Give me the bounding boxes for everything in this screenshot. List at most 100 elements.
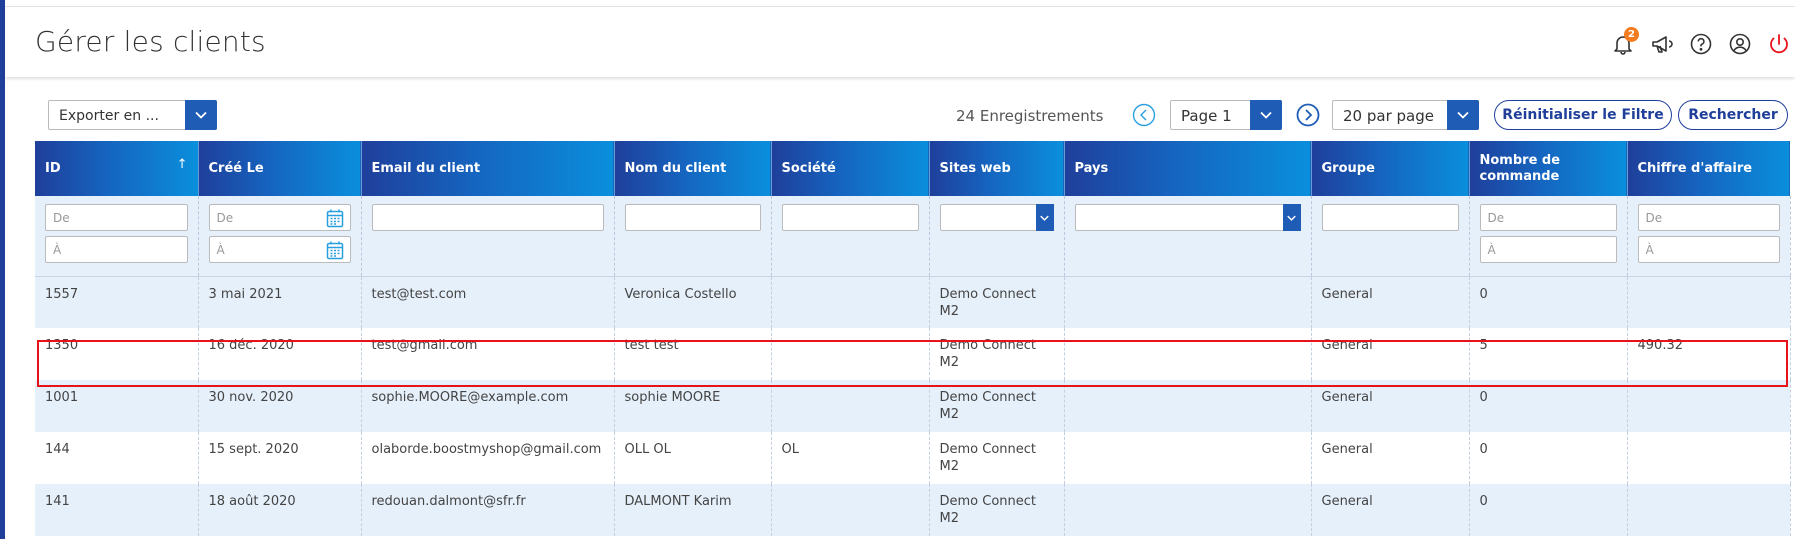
column-header-label: ID	[45, 160, 61, 176]
sort-ascending-icon[interactable]: ↑	[177, 157, 188, 173]
company-filter-input[interactable]	[781, 204, 919, 231]
customers-table: ID ↑ Créé Le Email du client Nom du clien…	[35, 141, 1791, 536]
country-filter-select[interactable]	[1074, 204, 1301, 231]
cell-id: 1557	[35, 276, 199, 328]
name-filter-input[interactable]	[624, 204, 761, 231]
cell-website: Demo Connect M2	[929, 328, 1065, 380]
cell-company: OL	[771, 432, 930, 484]
records-count: 24 Enregistrements	[956, 107, 1104, 125]
column-header-created[interactable]: Créé Le	[198, 141, 362, 196]
column-header-country[interactable]: Pays	[1064, 141, 1312, 196]
cell-id: 1350	[35, 328, 199, 380]
filter-cell-email	[361, 196, 615, 277]
cell-group: General	[1311, 484, 1470, 536]
calendar-icon[interactable]	[326, 208, 344, 228]
cell-orders: 0	[1469, 380, 1628, 432]
table-row[interactable]: 1350 16 déc. 2020 test@gmail.com test te…	[35, 328, 1791, 380]
cell-name: test test	[614, 328, 772, 380]
cell-email: test@gmail.com	[361, 328, 615, 380]
chevron-down-icon[interactable]	[185, 100, 217, 130]
email-filter-input[interactable]	[371, 204, 604, 231]
calendar-icon[interactable]	[326, 240, 344, 260]
column-header-id[interactable]: ID ↑	[35, 141, 199, 196]
cell-group: General	[1311, 328, 1470, 380]
id-from-input[interactable]: De	[45, 204, 188, 231]
cell-group: General	[1311, 380, 1470, 432]
power-icon[interactable]	[1767, 32, 1791, 56]
column-header-revenue[interactable]: Chiffre d'affaire	[1627, 141, 1790, 196]
orders-to-input[interactable]: À	[1479, 236, 1617, 263]
cell-orders: 0	[1469, 276, 1628, 328]
cell-created: 3 mai 2021	[198, 276, 362, 328]
megaphone-icon[interactable]	[1650, 32, 1674, 56]
column-header-name[interactable]: Nom du client	[614, 141, 772, 196]
filter-cell-orders: De À	[1469, 196, 1628, 277]
column-header-email[interactable]: Email du client	[361, 141, 615, 196]
table-header-row: ID ↑ Créé Le Email du client Nom du clien…	[35, 141, 1790, 196]
cell-revenue	[1627, 276, 1791, 328]
table-row[interactable]: 1001 30 nov. 2020 sophie.MOORE@example.c…	[35, 380, 1791, 432]
notification-badge: 2	[1624, 27, 1639, 42]
cell-country	[1064, 328, 1312, 380]
cell-company	[771, 328, 930, 380]
export-select[interactable]: Exporter en ...	[48, 100, 217, 130]
filter-cell-name	[614, 196, 772, 277]
per-page-select[interactable]: 20 par page	[1332, 100, 1479, 130]
cell-website: Demo Connect M2	[929, 380, 1065, 432]
cell-email: test@test.com	[361, 276, 615, 328]
cell-country	[1064, 484, 1312, 536]
cell-id: 144	[35, 432, 199, 484]
cell-country	[1064, 380, 1312, 432]
cell-website: Demo Connect M2	[929, 432, 1065, 484]
cell-group: General	[1311, 276, 1470, 328]
revenue-to-input[interactable]: À	[1637, 236, 1780, 263]
orders-from-input[interactable]: De	[1479, 204, 1617, 231]
cell-created: 15 sept. 2020	[198, 432, 362, 484]
cell-name: sophie MOORE	[614, 380, 772, 432]
cell-email: sophie.MOORE@example.com	[361, 380, 615, 432]
filter-cell-website	[929, 196, 1065, 277]
cell-revenue: 490.32	[1627, 328, 1791, 380]
created-to-placeholder: À	[216, 242, 225, 257]
per-page-select-label: 20 par page	[1343, 107, 1434, 125]
page-title: Gérer les clients	[35, 25, 266, 58]
page-select[interactable]: Page 1	[1170, 100, 1282, 130]
created-to-input[interactable]: À	[208, 236, 351, 263]
reset-filter-button[interactable]: Réinitialiser le Filtre	[1494, 100, 1672, 130]
cell-created: 18 août 2020	[198, 484, 362, 536]
cell-country	[1064, 432, 1312, 484]
created-from-input[interactable]: De	[208, 204, 351, 231]
table-row[interactable]: 144 15 sept. 2020 olaborde.boostmyshop@g…	[35, 432, 1791, 484]
previous-page-icon[interactable]	[1132, 103, 1156, 127]
grid-toolbar: Exporter en ... 24 Enregistrements Page …	[48, 100, 1788, 132]
cell-company	[771, 380, 930, 432]
search-button[interactable]: Rechercher	[1678, 100, 1788, 130]
page-header: Gérer les clients 2	[5, 6, 1795, 77]
user-icon[interactable]	[1728, 32, 1752, 56]
export-select-label: Exporter en ...	[59, 108, 159, 124]
id-to-input[interactable]: À	[45, 236, 188, 263]
column-header-group[interactable]: Groupe	[1311, 141, 1470, 196]
cell-website: Demo Connect M2	[929, 276, 1065, 328]
chevron-down-icon[interactable]	[1447, 100, 1479, 130]
chevron-down-icon[interactable]	[1282, 204, 1301, 231]
column-header-orders[interactable]: Nombre de commande	[1469, 141, 1628, 196]
revenue-from-input[interactable]: De	[1637, 204, 1780, 231]
cell-revenue	[1627, 484, 1791, 536]
chevron-down-icon[interactable]	[1250, 100, 1282, 130]
column-header-company[interactable]: Société	[771, 141, 930, 196]
cell-revenue	[1627, 432, 1791, 484]
group-filter-input[interactable]	[1321, 204, 1459, 231]
filter-cell-id: De À	[35, 196, 199, 277]
next-page-icon[interactable]	[1296, 103, 1320, 127]
table-row[interactable]: 1557 3 mai 2021 test@test.com Veronica C…	[35, 276, 1791, 328]
header-actions: 2	[1596, 27, 1795, 59]
chevron-down-icon[interactable]	[1035, 204, 1054, 231]
help-icon[interactable]	[1689, 32, 1713, 56]
website-filter-select[interactable]	[939, 204, 1054, 231]
column-header-website[interactable]: Sites web	[929, 141, 1065, 196]
cell-id: 1001	[35, 380, 199, 432]
table-row[interactable]: 141 18 août 2020 redouan.dalmont@sfr.fr …	[35, 484, 1791, 536]
bell-icon[interactable]: 2	[1611, 27, 1639, 56]
cell-group: General	[1311, 432, 1470, 484]
